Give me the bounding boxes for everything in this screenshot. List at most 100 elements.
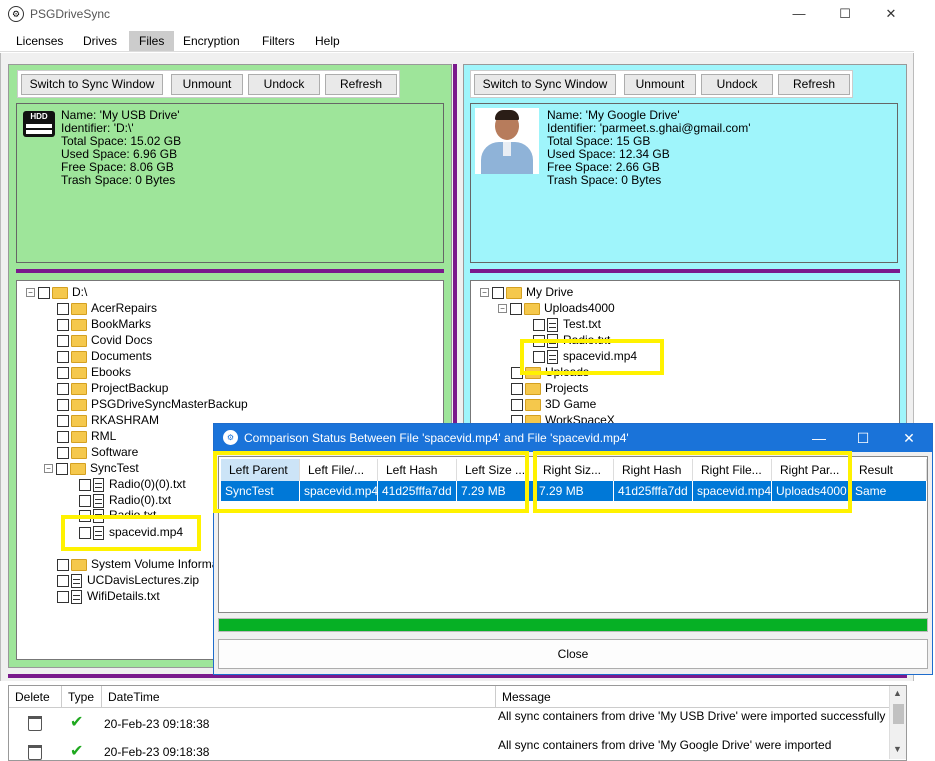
app-titlebar: ⚙ PSGDriveSync — ☐ ✕ (0, 0, 914, 28)
cell-result[interactable]: Same (851, 481, 927, 501)
tree-file[interactable]: UCDavisLectures.zip (57, 572, 199, 588)
folder-icon (52, 286, 68, 299)
right-drive-trash: Trash Space: 0 Bytes (547, 173, 662, 187)
tree-file[interactable]: Test.txt (533, 316, 601, 332)
folder-icon (71, 398, 87, 411)
tree-folder[interactable]: 3D Game (511, 396, 596, 412)
comparison-grid: Left Parent Left File/... Left Hash Left… (213, 451, 928, 613)
file-icon (71, 589, 82, 604)
log-col-message[interactable]: Message (496, 686, 891, 708)
tree-folder[interactable]: RKASHRAM (57, 412, 159, 428)
left-switch-sync-button[interactable]: Switch to Sync Window (21, 74, 163, 95)
menu-filters[interactable]: Filters (262, 34, 295, 48)
tree-folder[interactable]: PSGDriveSyncMasterBackup (57, 396, 248, 412)
dialog-maximize-button[interactable]: ☐ (840, 424, 886, 452)
menu-licenses[interactable]: Licenses (16, 34, 63, 48)
dialog-close-x-button[interactable]: ✕ (886, 424, 932, 452)
log-panel: Delete Type DateTime Message ✔ 20-Feb-23… (8, 685, 907, 761)
file-icon (547, 317, 558, 332)
menu-drives[interactable]: Drives (83, 34, 117, 48)
right-toolbar: Switch to Sync Window Unmount Undock Ref… (470, 70, 853, 98)
tree-root-mydrive[interactable]: − My Drive (480, 284, 573, 300)
menu-files[interactable]: Files (129, 31, 175, 51)
menu-bar: Licenses Drives Files Encryption Filters… (0, 30, 914, 52)
log-col-datetime[interactable]: DateTime (102, 686, 496, 708)
maximize-button[interactable]: ☐ (822, 0, 868, 28)
tree-folder[interactable]: RML (57, 428, 116, 444)
folder-icon (71, 558, 87, 571)
folder-icon (524, 302, 540, 315)
trash-icon[interactable] (28, 745, 42, 760)
left-drive-info: HDD Name: 'My USB Drive' Identifier: 'D:… (16, 103, 444, 263)
comparison-dialog: ⚙ Comparison Status Between File 'spacev… (213, 423, 933, 675)
check-icon: ✔ (70, 714, 84, 731)
app-title: PSGDriveSync (30, 7, 111, 21)
comparison-progress-bar (218, 618, 928, 632)
folder-icon (71, 430, 87, 443)
log-row-datetime: 20-Feb-23 09:18:38 (104, 717, 210, 731)
dialog-minimize-button[interactable]: — (796, 424, 842, 452)
menu-encryption[interactable]: Encryption (183, 34, 240, 48)
log-row-datetime: 20-Feb-23 09:18:38 (104, 745, 210, 756)
close-window-button[interactable]: ✕ (868, 0, 914, 28)
trash-icon[interactable] (28, 716, 42, 731)
tree-file[interactable]: Radio(0)(0).txt (79, 476, 186, 492)
right-undock-button[interactable]: Undock (701, 74, 773, 95)
right-drive-details: Name: 'My Google Drive' Identifier: 'par… (547, 109, 751, 187)
dialog-title: Comparison Status Between File 'spacevid… (244, 431, 629, 445)
folder-icon (71, 350, 87, 363)
highlight-box (533, 451, 852, 513)
tree-folder[interactable]: ProjectBackup (57, 380, 168, 396)
tree-folder-uploads4000[interactable]: − Uploads4000 (498, 300, 615, 316)
tree-folder[interactable]: Ebooks (57, 364, 131, 380)
left-refresh-button[interactable]: Refresh (325, 74, 397, 95)
left-undock-button[interactable]: Undock (248, 74, 320, 95)
tree-folder[interactable]: Projects (511, 380, 588, 396)
folder-icon (71, 302, 87, 315)
left-unmount-button[interactable]: Unmount (171, 74, 243, 95)
log-row-message: All sync containers from drive 'My USB D… (498, 709, 886, 723)
app-logo-icon: ⚙ (223, 430, 238, 445)
folder-icon (506, 286, 522, 299)
tree-folder[interactable]: BookMarks (57, 316, 151, 332)
user-avatar (475, 108, 539, 174)
folder-icon (71, 414, 87, 427)
check-icon: ✔ (70, 743, 84, 760)
tree-folder[interactable]: Documents (57, 348, 152, 364)
right-splitter[interactable] (470, 269, 900, 273)
right-switch-sync-button[interactable]: Switch to Sync Window (474, 74, 616, 95)
tree-file[interactable]: WifiDetails.txt (57, 588, 160, 604)
left-drive-trash: Trash Space: 0 Bytes (61, 173, 176, 187)
scroll-up-icon[interactable]: ▲ (893, 688, 902, 698)
file-icon (93, 493, 104, 508)
col-result[interactable]: Result (851, 459, 927, 481)
left-toolbar: Switch to Sync Window Unmount Undock Ref… (17, 70, 400, 98)
scroll-down-icon[interactable]: ▼ (893, 744, 902, 754)
tree-folder[interactable]: System Volume Information (57, 556, 238, 572)
right-unmount-button[interactable]: Unmount (624, 74, 696, 95)
tree-folder[interactable]: Software (57, 444, 138, 460)
tree-folder[interactable]: Covid Docs (57, 332, 152, 348)
scroll-thumb[interactable] (893, 704, 904, 724)
highlight-box (213, 451, 529, 513)
log-col-type[interactable]: Type (62, 686, 102, 708)
folder-icon (525, 382, 541, 395)
right-refresh-button[interactable]: Refresh (778, 74, 850, 95)
log-scrollbar[interactable]: ▲ ▼ (889, 686, 906, 759)
folder-icon (71, 334, 87, 347)
folder-icon (71, 446, 87, 459)
left-splitter[interactable] (16, 269, 444, 273)
tree-folder-synctest[interactable]: − SyncTest (44, 460, 139, 476)
dialog-close-button[interactable]: Close (218, 639, 928, 669)
right-drive-info: Name: 'My Google Drive' Identifier: 'par… (470, 103, 898, 263)
tree-root-d[interactable]: − D:\ (26, 284, 87, 300)
minimize-button[interactable]: — (776, 0, 822, 28)
file-icon (93, 477, 104, 492)
app-logo-icon: ⚙ (8, 6, 24, 22)
tree-folder[interactable]: AcerRepairs (57, 300, 157, 316)
tree-file[interactable]: Radio(0).txt (79, 492, 171, 508)
folder-icon (71, 318, 87, 331)
log-col-delete[interactable]: Delete (9, 686, 62, 708)
folder-icon (71, 382, 87, 395)
menu-help[interactable]: Help (315, 34, 340, 48)
